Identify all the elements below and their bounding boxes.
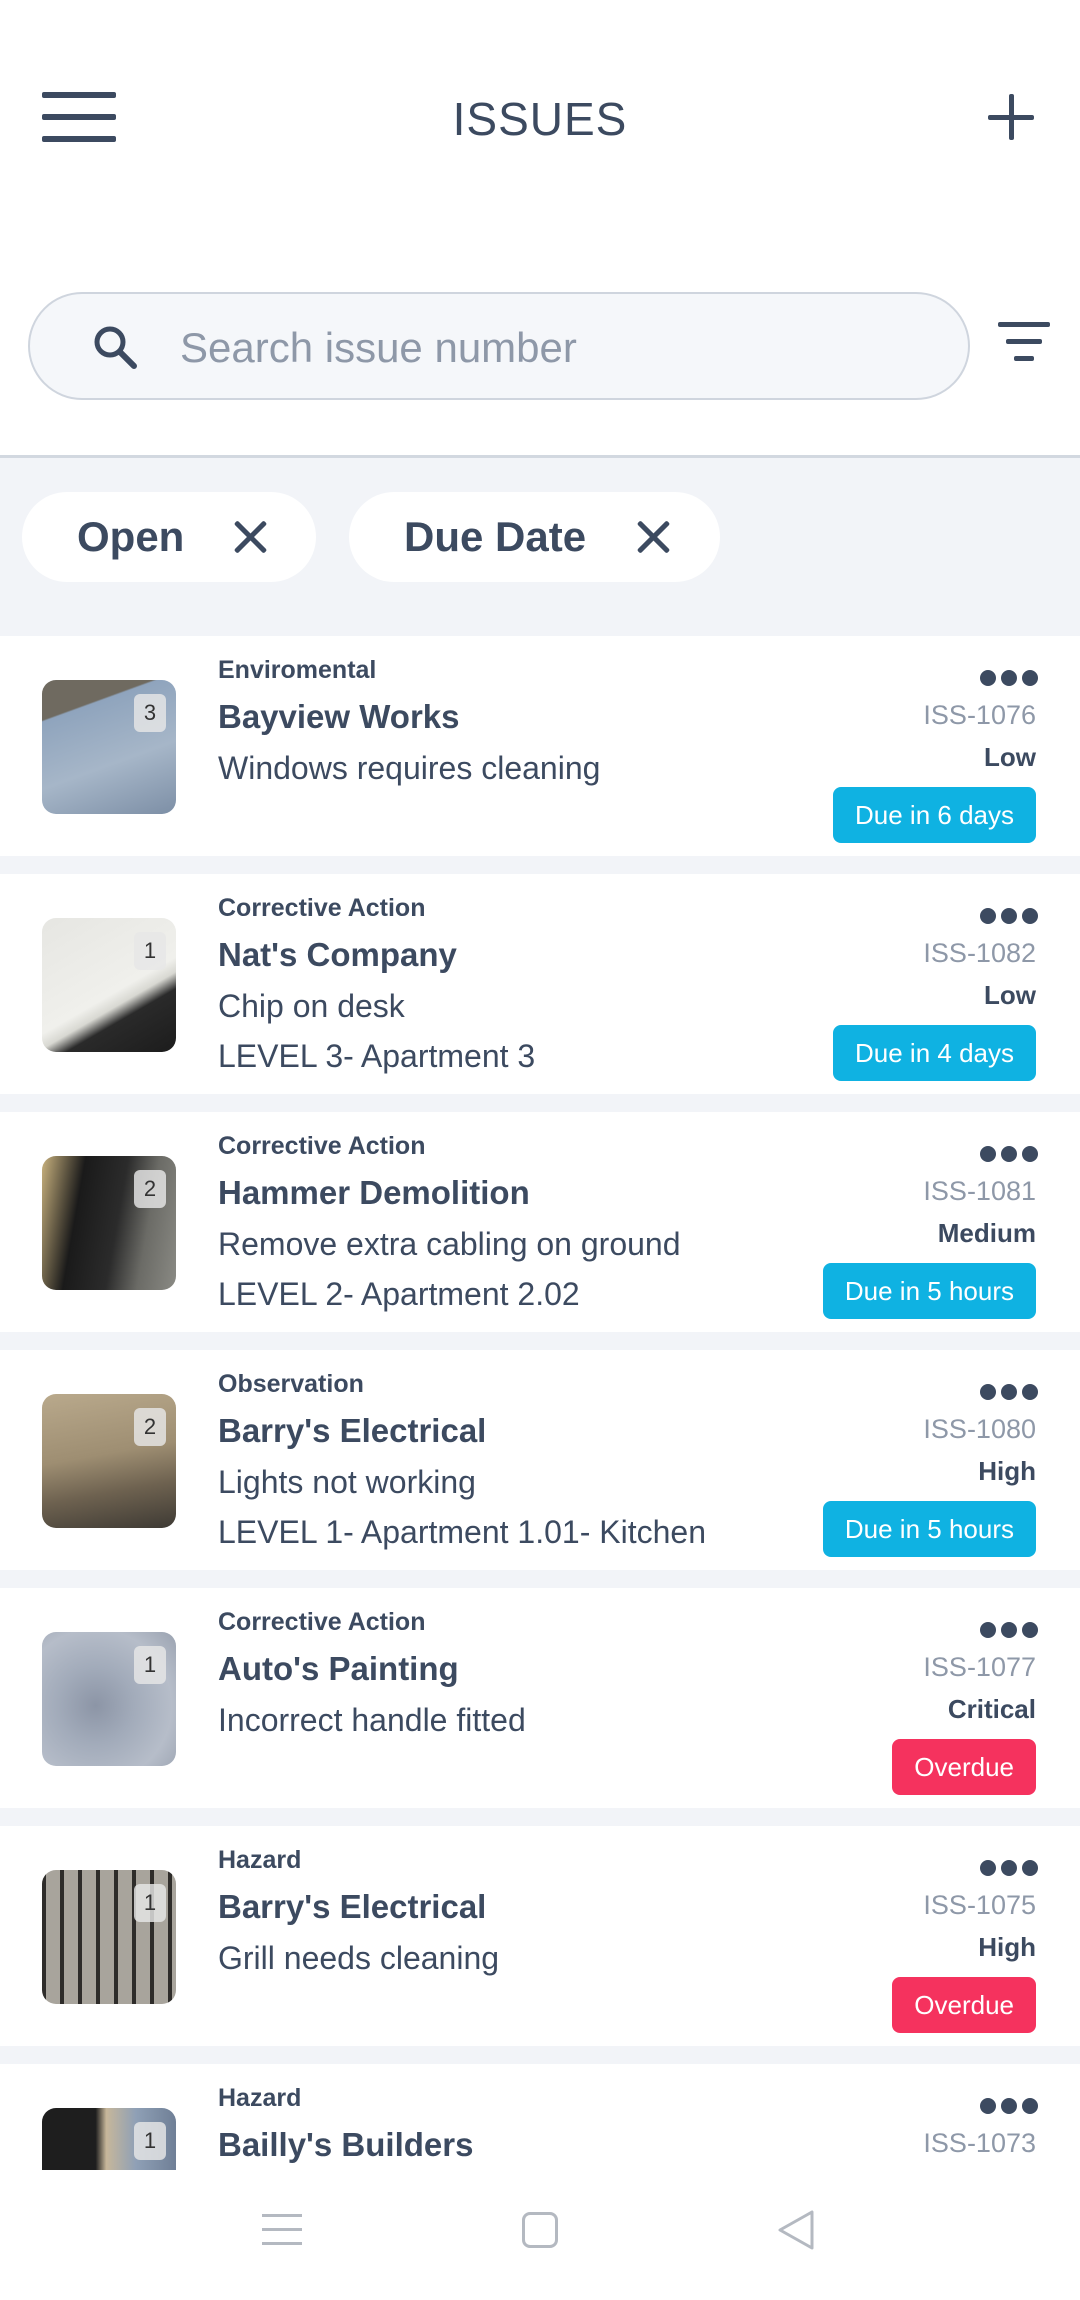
issue-card[interactable]: 2 Observation Barry's Electrical Lights … bbox=[0, 1350, 1080, 1570]
due-badge: Due in 6 days bbox=[833, 787, 1036, 843]
page-title: ISSUES bbox=[452, 93, 628, 145]
photo-count-badge: 3 bbox=[134, 694, 166, 732]
due-badge: Overdue bbox=[892, 1977, 1036, 2033]
issue-photo: 1 bbox=[42, 2108, 176, 2170]
issue-number: ISS-1081 bbox=[923, 1176, 1036, 1206]
photo-count-badge: 2 bbox=[134, 1408, 166, 1446]
search-input[interactable] bbox=[180, 318, 940, 378]
issue-company: Bailly's Builders bbox=[218, 2126, 474, 2163]
due-badge: Due in 5 hours bbox=[822, 1501, 1036, 1557]
issue-priority: Low bbox=[984, 980, 1036, 1010]
search-row bbox=[0, 292, 1080, 402]
issue-card[interactable]: 2 Corrective Action Hammer Demolition Re… bbox=[0, 1112, 1080, 1332]
issue-card[interactable]: 3 Enviromental Bayview Works Windows req… bbox=[0, 636, 1080, 856]
issue-card[interactable]: 1 Corrective Action Auto's Painting Inco… bbox=[0, 1588, 1080, 1808]
issue-description: Remove extra cabling on ground bbox=[218, 1226, 681, 1262]
issue-card[interactable]: 1 Hazard Barry's Electrical Grill needs … bbox=[0, 1826, 1080, 2046]
issues-list: Open Due Date 3 Enviromental Bayview Wor… bbox=[0, 458, 1080, 2170]
issue-number: ISS-1082 bbox=[923, 938, 1036, 968]
search-box[interactable] bbox=[28, 292, 970, 400]
filter-chip-label: Open bbox=[77, 513, 185, 560]
more-dots-icon[interactable] bbox=[980, 1622, 1038, 1640]
due-badge: Due in 4 days bbox=[833, 1025, 1036, 1081]
issue-number: ISS-1080 bbox=[923, 1414, 1036, 1444]
more-dots-icon[interactable] bbox=[980, 1860, 1038, 1878]
photo-count-badge: 1 bbox=[134, 1884, 166, 1922]
issue-category: Hazard bbox=[218, 2084, 302, 2112]
close-icon[interactable] bbox=[635, 519, 671, 555]
issue-number: ISS-1073 bbox=[923, 2128, 1036, 2158]
issue-category: Enviromental bbox=[218, 656, 377, 684]
issue-priority: Critical bbox=[947, 1694, 1036, 1724]
issue-description: Lights not working bbox=[218, 1464, 476, 1500]
issue-description: Windows requires cleaning bbox=[218, 750, 601, 786]
issue-photo: 2 bbox=[42, 1156, 176, 1290]
issue-photo: 1 bbox=[42, 1632, 176, 1766]
filter-chip-label: Due Date bbox=[404, 513, 587, 560]
issue-company: Auto's Painting bbox=[218, 1650, 459, 1687]
issue-photo: 1 bbox=[42, 918, 176, 1052]
search-icon bbox=[94, 326, 137, 369]
add-issue-button[interactable] bbox=[988, 94, 1034, 140]
active-filters: Open Due Date bbox=[0, 492, 1080, 584]
photo-count-badge: 1 bbox=[134, 1646, 166, 1684]
issue-photo: 1 bbox=[42, 1870, 176, 2004]
issue-priority: Medium bbox=[937, 1218, 1036, 1248]
photo-count-badge: 1 bbox=[134, 2122, 166, 2160]
more-dots-icon[interactable] bbox=[980, 670, 1038, 688]
issue-category: Corrective Action bbox=[218, 894, 426, 922]
more-dots-icon[interactable] bbox=[980, 2098, 1038, 2116]
more-dots-icon[interactable] bbox=[980, 908, 1038, 926]
filter-lines-icon[interactable] bbox=[998, 322, 1054, 366]
issue-company: Nat's Company bbox=[218, 936, 457, 973]
issue-number: ISS-1075 bbox=[923, 1890, 1036, 1920]
issue-company: Bayview Works bbox=[218, 698, 460, 735]
back-triangle-icon[interactable] bbox=[774, 2208, 818, 2252]
filter-chip-open[interactable]: Open bbox=[22, 492, 316, 582]
issue-category: Hazard bbox=[218, 1846, 302, 1874]
issue-description: Chip on desk bbox=[218, 988, 405, 1024]
issue-number: ISS-1077 bbox=[923, 1652, 1036, 1682]
home-square-icon[interactable] bbox=[522, 2212, 558, 2248]
issue-category: Corrective Action bbox=[218, 1608, 426, 1636]
app-bar: ISSUES bbox=[0, 0, 1080, 250]
photo-count-badge: 2 bbox=[134, 1170, 166, 1208]
issue-category: Observation bbox=[218, 1370, 364, 1398]
due-badge: Overdue bbox=[892, 1739, 1036, 1795]
issue-category: Corrective Action bbox=[218, 1132, 426, 1160]
close-icon[interactable] bbox=[232, 519, 268, 555]
issue-priority: High bbox=[978, 1932, 1036, 1962]
issue-card[interactable]: 1 Corrective Action Nat's Company Chip o… bbox=[0, 874, 1080, 1094]
issue-location: LEVEL 2- Apartment 2.02 bbox=[218, 1276, 580, 1312]
issue-number: ISS-1076 bbox=[923, 700, 1036, 730]
more-dots-icon[interactable] bbox=[980, 1384, 1038, 1402]
issue-priority: Low bbox=[984, 742, 1036, 772]
system-nav-bar bbox=[0, 2170, 1080, 2300]
issue-company: Barry's Electrical bbox=[218, 1412, 487, 1449]
issue-company: Hammer Demolition bbox=[218, 1174, 530, 1211]
issue-location: LEVEL 3- Apartment 3 bbox=[218, 1038, 536, 1074]
issue-photo: 2 bbox=[42, 1394, 176, 1528]
filter-chip-due-date[interactable]: Due Date bbox=[349, 492, 720, 582]
more-dots-icon[interactable] bbox=[980, 1146, 1038, 1164]
issue-location: LEVEL 1- Apartment 1.01- Kitchen bbox=[218, 1514, 706, 1550]
photo-count-badge: 1 bbox=[134, 932, 166, 970]
issue-description: Grill needs cleaning bbox=[218, 1940, 500, 1976]
issue-description: Incorrect handle fitted bbox=[218, 1702, 526, 1738]
issue-photo: 3 bbox=[42, 680, 176, 814]
issue-company: Barry's Electrical bbox=[218, 1888, 487, 1925]
due-badge: Due in 5 hours bbox=[822, 1263, 1036, 1319]
recent-apps-icon[interactable] bbox=[262, 2212, 302, 2248]
issue-priority: High bbox=[978, 1456, 1036, 1486]
issue-card[interactable]: 1 Hazard Bailly's Builders ISS-1073 bbox=[0, 2064, 1080, 2170]
